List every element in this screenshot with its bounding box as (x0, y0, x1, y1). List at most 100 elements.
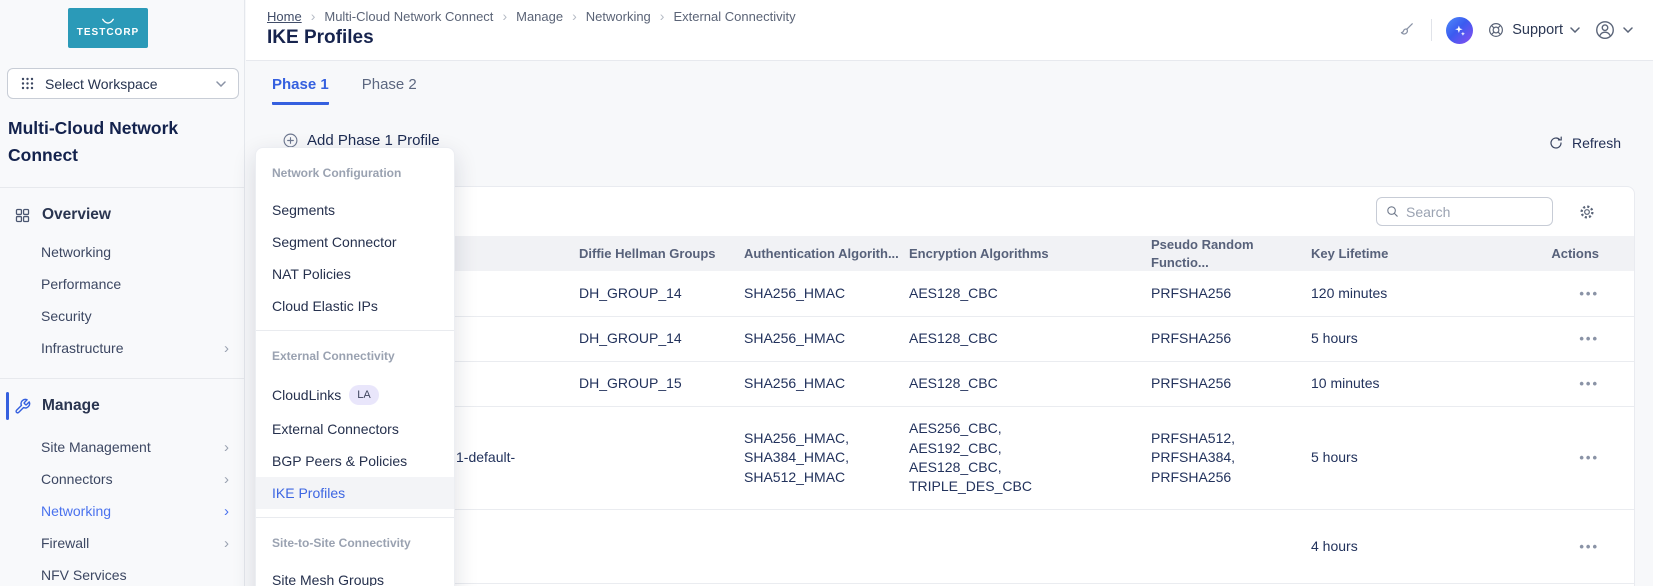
refresh-icon (1548, 135, 1564, 151)
menu-item-segments[interactable]: Segments (256, 194, 454, 226)
workspace-selector[interactable]: Select Workspace (7, 68, 239, 99)
cell-auth-algorithms: SHA256_HMAC, SHA384_HMAC, SHA512_HMAC (744, 429, 909, 487)
sidebar-item-label: Site Management (41, 439, 224, 455)
product-title: Multi-Cloud Network Connect (8, 115, 234, 169)
row-actions-menu-button[interactable]: ••• (1579, 331, 1599, 346)
search-box (1376, 197, 1553, 226)
testcorp-logo: TESTCORP (68, 8, 148, 48)
sidebar: TESTCORP Select Workspace Multi-Cloud Ne… (0, 0, 245, 586)
breadcrumb-item[interactable]: Manage (516, 9, 563, 24)
vertical-divider (1431, 19, 1432, 41)
cell-dh-groups: DH_GROUP_14 (579, 329, 744, 348)
search-input[interactable] (1406, 204, 1544, 220)
cell-auth-algorithms: SHA256_HMAC (744, 284, 909, 303)
sidebar-section-manage[interactable]: Manage (0, 389, 244, 423)
sidebar-item-networking-manage[interactable]: Networking (0, 495, 244, 527)
grid-2x2-icon (14, 207, 31, 224)
sidebar-item-infrastructure[interactable]: Infrastructure (0, 332, 244, 364)
chevron-down-icon (216, 81, 226, 87)
menu-item-external-connectors[interactable]: External Connectors (256, 413, 454, 445)
menu-item-nat-policies[interactable]: NAT Policies (256, 258, 454, 290)
cell-encryption-algorithms: AES128_CBC (909, 284, 1151, 303)
cell-prf: PRFSHA256 (1151, 329, 1311, 348)
sidebar-item-performance[interactable]: Performance (0, 268, 244, 300)
table-row[interactable]: DH_GROUP_14 SHA256_HMAC AES128_CBC PRFSH… (266, 271, 1634, 317)
paintbrush-icon[interactable] (1394, 19, 1417, 42)
menu-item-label: CloudLinks (272, 387, 341, 403)
chevron-right-icon (572, 8, 577, 24)
support-label: Support (1512, 22, 1563, 38)
menu-group-external-connectivity: External Connectivity (256, 331, 454, 377)
row-actions-menu-button[interactable]: ••• (1579, 539, 1599, 554)
sidebar-section-label: Manage (42, 397, 100, 415)
account-menu-button[interactable] (1594, 19, 1633, 41)
cell-dh-groups: DH_GROUP_14 (579, 284, 744, 303)
sidebar-item-connectors[interactable]: Connectors (0, 463, 244, 495)
table-row[interactable]: 1-default- SHA256_HMAC, SHA384_HMAC, SHA… (266, 407, 1634, 510)
chevron-right-icon (311, 8, 316, 24)
chevron-right-icon (224, 536, 229, 551)
column-header-encryption-algorithms: Encryption Algorithms (909, 245, 1151, 263)
sidebar-item-security[interactable]: Security (0, 300, 244, 332)
chevron-right-icon (224, 472, 229, 487)
breadcrumb-home-link[interactable]: Home (267, 9, 302, 24)
breadcrumb-item[interactable]: Networking (586, 9, 651, 24)
row-actions-menu-button[interactable]: ••• (1579, 376, 1599, 391)
sidebar-item-label: Connectors (41, 471, 224, 487)
menu-item-segment-connector[interactable]: Segment Connector (256, 226, 454, 258)
sidebar-divider (0, 187, 244, 188)
networking-submenu-popover: Network Configuration Segments Segment C… (255, 147, 455, 586)
refresh-label: Refresh (1572, 135, 1621, 151)
menu-item-ike-profiles[interactable]: IKE Profiles (256, 477, 454, 509)
breadcrumb: Home Multi-Cloud Network Connect Manage … (267, 8, 796, 24)
ike-profiles-table-card: Diffie Hellman Groups Authentication Alg… (265, 186, 1635, 586)
sidebar-item-label: Security (41, 308, 229, 324)
chevron-down-icon (1570, 27, 1580, 33)
sidebar-divider (0, 378, 244, 379)
tab-phase-1[interactable]: Phase 1 (272, 76, 329, 105)
sidebar-item-label: Firewall (41, 535, 224, 551)
tab-phase-2[interactable]: Phase 2 (362, 76, 417, 105)
cell-key-lifetime: 120 minutes (1311, 284, 1511, 303)
sidebar-item-site-management[interactable]: Site Management (0, 431, 244, 463)
sidebar-item-nfv-services[interactable]: NFV Services (0, 559, 244, 586)
ai-sparkle-icon[interactable] (1446, 17, 1473, 44)
cell-auth-algorithms: SHA256_HMAC (744, 329, 909, 348)
table-row[interactable]: DH_GROUP_15 SHA256_HMAC AES128_CBC PRFSH… (266, 362, 1634, 407)
support-button[interactable]: Support (1487, 21, 1580, 39)
table-row[interactable]: 4 hours ••• (266, 510, 1634, 584)
sidebar-item-networking-overview[interactable]: Networking (0, 236, 244, 268)
sidebar-item-label: NFV Services (41, 567, 229, 583)
row-actions-menu-button[interactable]: ••• (1579, 450, 1599, 465)
menu-item-cloud-elastic-ips[interactable]: Cloud Elastic IPs (256, 290, 454, 322)
cell-prf: PRFSHA256 (1151, 374, 1311, 393)
cell-encryption-algorithms: AES128_CBC (909, 329, 1151, 348)
column-header-auth-algorithms: Authentication Algorith... (744, 245, 909, 263)
app-root: TESTCORP Select Workspace Multi-Cloud Ne… (0, 0, 1653, 586)
user-circle-icon (1594, 19, 1616, 41)
refresh-button[interactable]: Refresh (1548, 135, 1621, 151)
phase-tabs: Phase 1 Phase 2 (272, 76, 417, 105)
row-actions-menu-button[interactable]: ••• (1579, 286, 1599, 301)
manage-items: Site Management Connectors Networking Fi… (0, 431, 244, 586)
sidebar-section-label: Overview (42, 206, 111, 224)
overview-items: Networking Performance Security Infrastr… (0, 236, 244, 364)
cell-auth-algorithms: SHA256_HMAC (744, 374, 909, 393)
chevron-right-icon (224, 440, 229, 455)
menu-item-site-mesh-groups[interactable]: Site Mesh Groups (256, 564, 454, 586)
breadcrumb-item[interactable]: Multi-Cloud Network Connect (324, 9, 493, 24)
menu-item-bgp-peers-policies[interactable]: BGP Peers & Policies (256, 445, 454, 477)
sidebar-section-overview[interactable]: Overview (0, 198, 244, 232)
cell-key-lifetime: 4 hours (1311, 537, 1511, 556)
chevron-right-icon (502, 8, 507, 24)
sidebar-item-firewall[interactable]: Firewall (0, 527, 244, 559)
page-title: IKE Profiles (267, 27, 374, 49)
table-toolbar (266, 187, 1634, 236)
table-row[interactable]: DH_GROUP_14 SHA256_HMAC AES128_CBC PRFSH… (266, 317, 1634, 362)
breadcrumb-item[interactable]: External Connectivity (673, 9, 795, 24)
table-header-row: Diffie Hellman Groups Authentication Alg… (266, 236, 1634, 271)
top-actions: Support (1394, 0, 1633, 60)
menu-item-cloudlinks[interactable]: CloudLinks LA (256, 377, 454, 413)
gear-icon[interactable] (1578, 203, 1596, 221)
sidebar-item-label: Performance (41, 276, 229, 292)
